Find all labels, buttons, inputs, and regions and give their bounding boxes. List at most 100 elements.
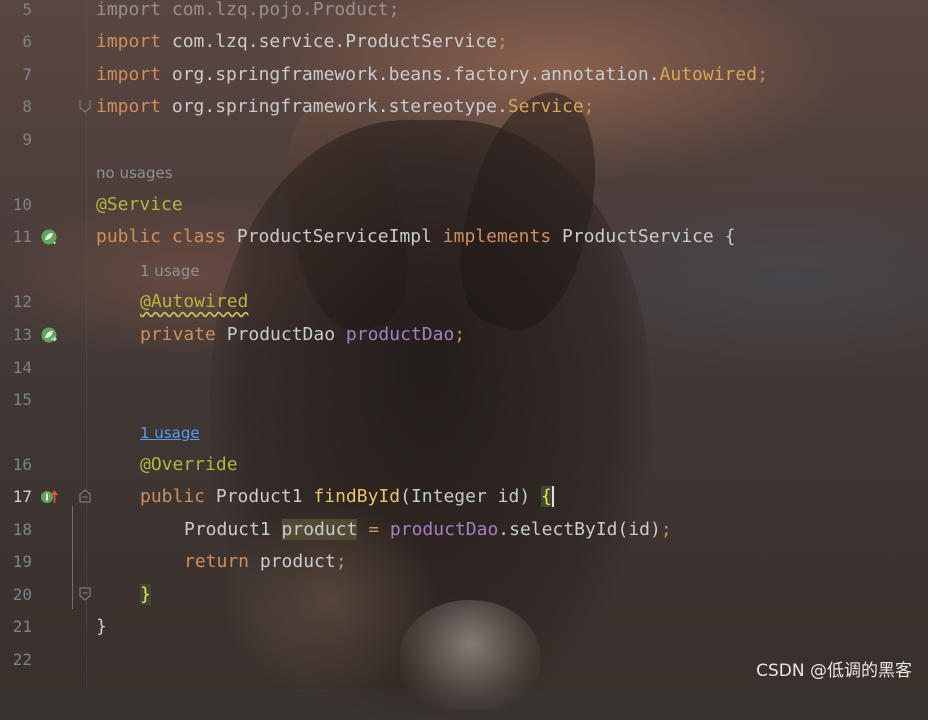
code-line-8[interactable]: 8 import org.springframework.stereotype.…	[0, 91, 928, 123]
line-number: 7	[22, 65, 32, 84]
matched-brace: }	[140, 584, 151, 605]
code-text: import com.lzq.pojo.Product;	[96, 0, 400, 20]
line-number: 17	[12, 487, 32, 506]
keyword: private	[140, 324, 216, 345]
code-line-9[interactable]: 9	[0, 124, 928, 156]
code-text: import org.springframework.stereotype.Se…	[96, 91, 595, 123]
spring-bean-icon[interactable]	[40, 228, 58, 246]
semicolon: ;	[335, 551, 347, 572]
code-line-17[interactable]: 17 public Product1 findById(Integer id) …	[0, 481, 928, 513]
line-number: 9	[22, 130, 32, 149]
method-call: .selectById(id)	[498, 519, 661, 540]
import-path: org.springframework.beans.factory.annota…	[161, 64, 660, 85]
code-line-5[interactable]: 5 import com.lzq.pojo.Product;	[0, 0, 928, 26]
return-type: Product1	[205, 486, 314, 507]
semicolon: ;	[454, 324, 466, 345]
keyword: implements	[442, 226, 552, 247]
spring-autowire-icon[interactable]	[40, 326, 58, 344]
line-number: 8	[22, 97, 32, 116]
fold-end-icon[interactable]	[79, 99, 91, 113]
code-text: public Product1 findById(Integer id) {	[140, 481, 554, 513]
type-name: ProductDao	[215, 324, 346, 345]
line-number: 10	[12, 195, 32, 214]
line-number: 18	[12, 520, 32, 539]
semicolon: ;	[660, 519, 672, 540]
override-method-icon[interactable]	[40, 488, 58, 506]
line-number: 19	[12, 552, 32, 571]
code-line-12[interactable]: 12 @Autowired	[0, 286, 928, 318]
text-caret	[551, 486, 554, 507]
code-line-20[interactable]: 20 }	[0, 579, 928, 611]
watermark: CSDN @低调的黑客	[756, 661, 912, 681]
usage-hint[interactable]: no usages	[96, 157, 173, 189]
semicolon: ;	[757, 64, 768, 85]
line-number: 21	[12, 617, 32, 636]
usage-hint-row: no usages	[0, 157, 928, 189]
code-line-18[interactable]: 18 Product1 product = productDao.selectB…	[0, 514, 928, 546]
code-text: import org.springframework.beans.factory…	[96, 59, 768, 91]
interface-name: ProductService {	[551, 226, 736, 247]
code-text: @Override	[140, 449, 238, 481]
code-line-14[interactable]: 14	[0, 352, 928, 384]
code-text: }	[140, 579, 151, 611]
code-text: public class ProductServiceImpl implemen…	[96, 221, 735, 253]
code-text: return product;	[184, 546, 347, 578]
code-line-16[interactable]: 16 @Override	[0, 449, 928, 481]
fold-start-icon[interactable]	[79, 489, 91, 503]
line-number: 20	[12, 585, 32, 604]
code-line-21[interactable]: 21 }	[0, 611, 928, 643]
annotation: @Override	[140, 454, 238, 475]
fold-end-icon[interactable]	[79, 587, 91, 601]
code-text: import com.lzq.service.ProductService;	[96, 26, 508, 58]
line-number: 16	[12, 455, 32, 474]
keyword: public	[140, 486, 206, 507]
semicolon: ;	[496, 31, 508, 52]
line-number: 12	[12, 292, 32, 311]
code-text: private ProductDao productDao;	[140, 319, 465, 351]
semicolon: ;	[583, 96, 595, 117]
method-name: findById	[313, 486, 401, 507]
assign-operator: =	[357, 519, 390, 540]
keyword: import	[96, 31, 162, 52]
annotation: @Autowired	[140, 291, 249, 312]
line-number: 13	[12, 325, 32, 344]
usage-link[interactable]: 1 usage	[140, 417, 200, 449]
code-text: }	[96, 611, 107, 643]
import-path: com.lzq.service.ProductService	[161, 31, 497, 52]
code-line-10[interactable]: 10 @Service	[0, 189, 928, 221]
code-line-6[interactable]: 6 import com.lzq.service.ProductService;	[0, 26, 928, 58]
keyword: import	[96, 96, 162, 117]
field-name: productDao	[345, 324, 455, 345]
keyword: import	[96, 64, 162, 85]
line-number: 11	[12, 227, 32, 246]
line-number: 5	[22, 0, 32, 19]
usage-hint[interactable]: 1 usage	[140, 255, 200, 287]
line-number: 22	[12, 650, 32, 669]
code-line-11[interactable]: 11 public class ProductServiceImpl imple…	[0, 221, 928, 253]
code-editor[interactable]: 5 import com.lzq.pojo.Product; 6 import …	[0, 0, 928, 689]
code-line-13[interactable]: 13 private ProductDao productDao;	[0, 319, 928, 351]
imported-class: Service	[507, 96, 584, 117]
import-path: org.springframework.stereotype.	[161, 96, 508, 117]
class-name: ProductServiceImpl	[226, 226, 443, 247]
code-line-15[interactable]: 15	[0, 384, 928, 416]
code-text: @Autowired	[140, 286, 248, 318]
type-name: Product1	[184, 519, 282, 540]
matched-brace: {	[541, 486, 552, 507]
local-variable: product	[281, 519, 358, 540]
code-text: Product1 product = productDao.selectById…	[184, 514, 672, 546]
line-number: 14	[12, 358, 32, 377]
line-number: 6	[22, 32, 32, 51]
usage-hint-row: 1 usage	[0, 255, 928, 287]
keyword: public class	[96, 226, 227, 247]
closing-brace: }	[96, 616, 107, 637]
code-line-7[interactable]: 7 import org.springframework.beans.facto…	[0, 59, 928, 91]
return-value: product	[249, 551, 336, 572]
usage-hint-row: 1 usage	[0, 417, 928, 449]
line-number: 15	[12, 390, 32, 409]
parameters: (Integer id)	[400, 486, 541, 507]
annotation: @Service	[96, 194, 183, 215]
code-line-19[interactable]: 19 return product;	[0, 546, 928, 578]
keyword: return	[184, 551, 250, 572]
code-text: @Service	[96, 189, 183, 221]
